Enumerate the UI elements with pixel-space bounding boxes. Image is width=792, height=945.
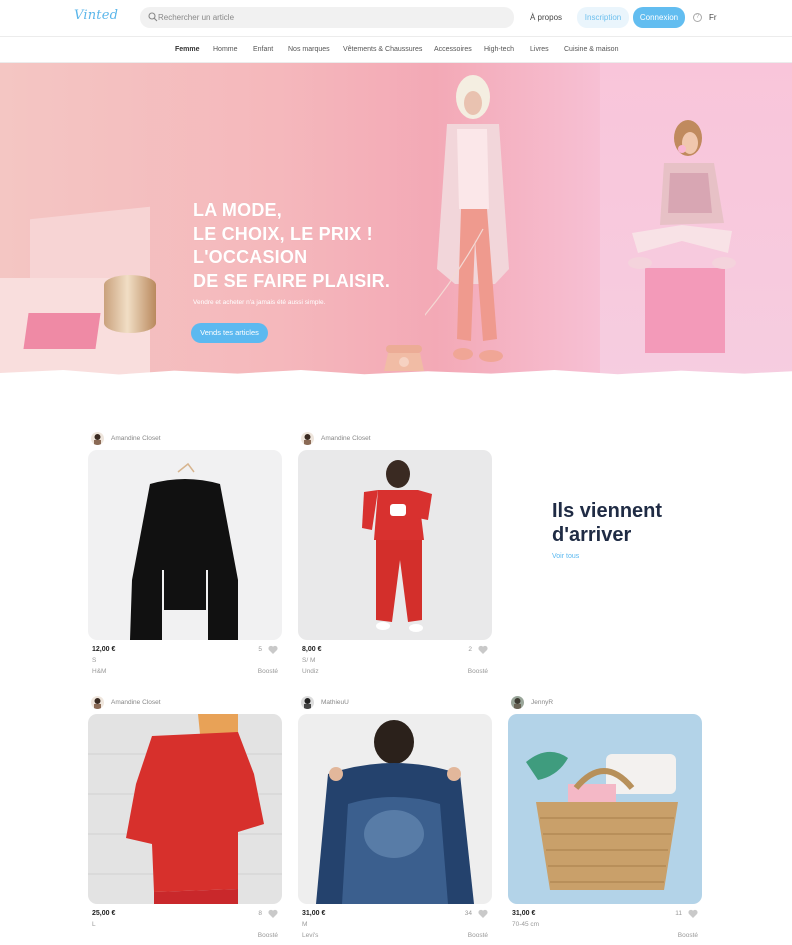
item-brand: Undiz [302,668,319,675]
item-price: 8,00 € [302,646,322,653]
item-price: 12,00 € [92,646,116,653]
new-arrivals-title: Ils viennent d'arriver [552,499,662,547]
boosted-badge: Boosté [677,932,698,939]
category-nav: Femme Homme Enfant Nos marques Vêtements… [0,36,792,63]
avatar [91,696,104,709]
item-card[interactable]: Amandine Closet 25,00 € L 8 Boosté [88,696,282,945]
telephone-image [384,345,424,371]
heart-icon[interactable] [268,645,278,654]
item-price: 31,00 € [512,910,536,917]
avatar [301,696,314,709]
seller-name[interactable]: Amandine Closet [111,699,161,706]
item-card[interactable]: MathieuU 31,00 € M Levi's 34 Boosté [298,696,492,945]
item-photo[interactable] [298,714,492,904]
item-photo[interactable] [298,450,492,640]
item-size: M [302,921,308,928]
item-photo[interactable] [508,714,702,904]
item-size: L [92,921,96,928]
model-sitting-image [628,120,736,269]
seller-name[interactable]: JennyR [531,699,553,706]
item-brand: Levi's [302,932,319,939]
item-card[interactable]: Amandine Closet 8,00 € S/ M Undiz 2 Boos… [298,432,492,682]
login-button[interactable]: Connexion [633,7,685,28]
item-photo[interactable] [88,450,282,640]
item-price: 25,00 € [92,910,116,917]
avatar [301,432,314,445]
hero-title-line: LE CHOIX, LE PRIX ! [193,223,373,244]
hero-title: LA MODE, LE CHOIX, LE PRIX ! L'OCCASION … [193,199,423,293]
like-count: 8 [258,910,262,917]
hero-banner: LA MODE, LE CHOIX, LE PRIX ! L'OCCASION … [0,63,792,383]
search-input[interactable] [158,7,498,28]
like-count: 34 [464,910,472,917]
boosted-badge: Boosté [467,932,488,939]
item-brand: H&M [92,668,107,675]
decor-cylinder [104,275,156,333]
seller-name[interactable]: MathieuU [321,699,349,706]
category-femme[interactable]: Femme [175,46,200,53]
hero-title-line: LA MODE, [193,200,282,220]
category-livres[interactable]: Livres [530,46,549,53]
category-nos-marques[interactable]: Nos marques [288,46,330,53]
search-icon [148,12,158,22]
heart-icon[interactable] [688,909,698,918]
heart-icon[interactable] [478,645,488,654]
item-size: S/ M [302,657,316,664]
heart-icon[interactable] [268,909,278,918]
seller-name[interactable]: Amandine Closet [111,435,161,442]
new-arrivals-title-line: d'arriver [552,524,632,546]
category-homme[interactable]: Homme [213,46,238,53]
boosted-badge: Boosté [257,932,278,939]
boosted-badge: Boosté [257,668,278,675]
item-price: 31,00 € [302,910,326,917]
like-count: 11 [675,910,682,917]
logo[interactable]: Vinted [74,8,118,23]
category-cuisine-maison[interactable]: Cuisine & maison [564,46,618,53]
item-photo[interactable] [88,714,282,904]
new-arrivals-title-line: Ils viennent [552,500,663,522]
search-bar[interactable] [140,7,514,28]
category-enfant[interactable]: Enfant [253,46,273,53]
model-standing-image [425,75,509,362]
language-selector[interactable]: Fr [709,13,717,22]
like-count: 2 [468,646,472,653]
boosted-badge: Boosté [467,668,488,675]
see-all-link[interactable]: Voir tous [552,553,579,560]
sell-items-button[interactable]: Vends tes articles [191,323,268,343]
avatar [91,432,104,445]
signup-button[interactable]: Inscription [577,7,629,28]
top-header: Vinted À propos Inscription Connexion ? … [0,0,792,36]
category-high-tech[interactable]: High-tech [484,46,514,53]
hero-title-line: DE SE FAIRE PLAISIR. [193,270,391,291]
item-size: S [92,657,97,664]
item-card[interactable]: JennyR 31,00 € 70-45 cm 11 Boosté [508,696,702,945]
item-size: 70-45 cm [512,921,540,928]
category-vetements-chaussures[interactable]: Vêtements & Chaussures [343,46,422,53]
help-icon[interactable]: ? [693,13,702,22]
avatar [511,696,524,709]
hero-subtitle: Vendre et acheter n'a jamais été aussi s… [193,299,326,306]
category-accessoires[interactable]: Accessoires [434,46,472,53]
seller-name[interactable]: Amandine Closet [321,435,371,442]
decor-block [23,313,101,349]
hero-title-line: L'OCCASION [193,247,308,267]
about-link[interactable]: À propos [530,13,562,22]
heart-icon[interactable] [478,909,488,918]
item-card[interactable]: Amandine Closet 12,00 € S H&M 5 Boosté [88,432,282,682]
like-count: 5 [258,646,262,653]
